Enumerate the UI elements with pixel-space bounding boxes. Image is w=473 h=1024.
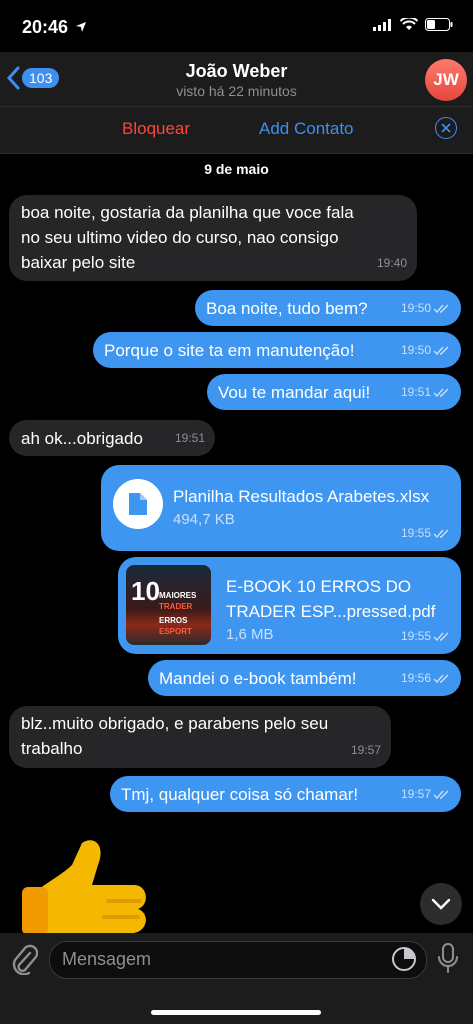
message-time: 19:57 (351, 738, 381, 763)
double-check-icon (433, 529, 449, 538)
thumbnail-title-2: TRADER ESPORT (159, 602, 193, 636)
message-text: blz..muito obrigado, e parabens pelo seu… (21, 714, 329, 758)
date-separator: 9 de maio (204, 161, 269, 177)
thumbnail-number: 10 (131, 576, 160, 606)
battery-icon (425, 18, 453, 31)
message-time: 19:57 (401, 782, 451, 807)
file-name-line-1: E-BOOK 10 ERROS DO (226, 577, 412, 596)
file-size: 494,7 KB (173, 511, 235, 528)
avatar[interactable]: JW (425, 59, 467, 101)
avatar-initials: JW (433, 70, 459, 89)
block-button[interactable]: Bloquear (122, 119, 190, 139)
double-check-icon (433, 346, 449, 355)
status-time: 20:46 (22, 17, 87, 38)
time-text: 19:51 (400, 385, 431, 399)
message-outgoing[interactable]: Vou te mandar aqui! 19:51 (207, 374, 461, 410)
close-action-bar-button[interactable] (435, 117, 457, 139)
wifi-icon (400, 18, 418, 30)
message-text: boa noite, gostaria da planilha que voce… (21, 203, 354, 272)
contact-action-bar (0, 106, 473, 154)
message-outgoing[interactable]: Porque o site ta em manutenção! 19:50 (93, 332, 461, 368)
clock-text: 20:46 (22, 17, 69, 37)
message-incoming[interactable]: blz..muito obrigado, e parabens pelo seu… (9, 706, 391, 768)
home-indicator[interactable] (151, 1010, 321, 1015)
location-arrow-icon (76, 22, 87, 32)
chevron-down-icon (431, 898, 451, 910)
double-check-icon (433, 388, 449, 397)
message-time: 19:40 (377, 251, 407, 276)
message-outgoing[interactable]: Tmj, qualquer coisa só chamar! 19:57 (110, 776, 461, 812)
message-time: 19:51 (401, 380, 451, 405)
message-time: 19:55 (401, 521, 451, 546)
time-text: 19:57 (350, 743, 381, 757)
message-incoming[interactable]: boa noite, gostaria da planilha que voce… (9, 195, 417, 281)
message-incoming[interactable]: ah ok...obrigado 19:51 (9, 420, 215, 456)
file-message[interactable]: Planilha Resultados Arabetes.xlsx 494,7 … (101, 465, 461, 551)
message-time: 19:51 (175, 426, 205, 451)
time-text: 19:57 (400, 787, 431, 801)
file-name: Planilha Resultados Arabetes.xlsx (173, 487, 430, 506)
sticker-icon[interactable] (391, 946, 417, 972)
double-check-icon (433, 790, 449, 799)
last-seen: visto há 22 minutos (176, 83, 297, 99)
message-time: 19:50 (401, 338, 451, 363)
add-contact-button[interactable]: Add Contato (259, 119, 354, 139)
message-time: 19:55 (401, 624, 451, 649)
close-icon (441, 123, 451, 133)
file-size: 1,6 MB (226, 626, 274, 643)
time-text: 19:56 (400, 671, 431, 685)
scroll-down-button[interactable] (420, 883, 462, 925)
message-outgoing[interactable]: Mandei o e-book também! 19:56 (148, 660, 461, 696)
contact-name[interactable]: João Weber (0, 61, 473, 82)
message-outgoing[interactable]: Boa noite, tudo bem? 19:50 (195, 290, 461, 326)
pdf-thumbnail[interactable]: 10 MAIORES ERROS TRADER ESPORT (126, 565, 211, 645)
document-icon (129, 493, 147, 515)
status-icons (373, 18, 453, 31)
time-text: 19:55 (400, 629, 431, 643)
file-name-line-2: TRADER ESP...pressed.pdf (226, 602, 436, 621)
double-check-icon (433, 632, 449, 641)
message-placeholder: Mensagem (62, 949, 152, 969)
time-text: 19:55 (400, 526, 431, 540)
paperclip-icon[interactable] (10, 943, 38, 975)
double-check-icon (433, 304, 449, 313)
file-message[interactable]: 10 MAIORES ERROS TRADER ESPORT E-BOOK 10… (118, 557, 461, 654)
message-time: 19:50 (401, 296, 451, 321)
time-text: 19:51 (174, 431, 205, 445)
message-time: 19:56 (401, 666, 451, 691)
file-download-button[interactable] (113, 479, 163, 529)
double-check-icon (433, 674, 449, 683)
microphone-icon[interactable] (437, 942, 459, 974)
thumbs-up-sticker[interactable] (22, 835, 154, 935)
time-text: 19:50 (400, 301, 431, 315)
time-text: 19:40 (376, 256, 407, 270)
signal-icon (373, 18, 391, 31)
time-text: 19:50 (400, 343, 431, 357)
